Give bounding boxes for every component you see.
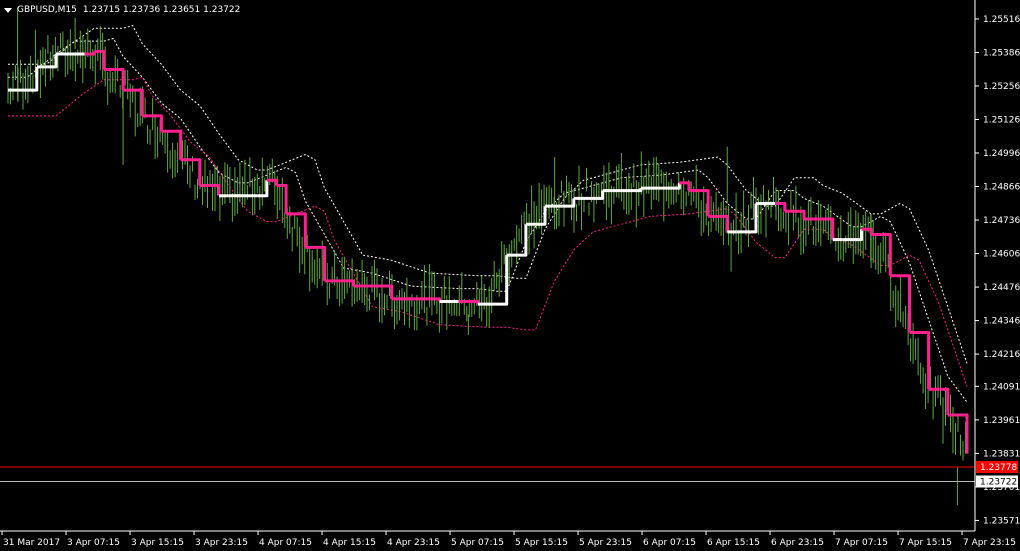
x-tick-label: 3 Apr 15:15 <box>131 538 184 548</box>
y-tick-label: 1.24606 <box>983 250 1020 260</box>
x-tick-label: 4 Apr 15:15 <box>323 538 376 548</box>
symbol-label: GBPUSD,M15 <box>17 5 77 15</box>
y-tick-label: 1.23571 <box>983 516 1020 526</box>
y-tick-label: 1.24346 <box>983 317 1020 327</box>
x-tick-label: 7 Apr 23:15 <box>963 538 1016 548</box>
x-tick-label: 6 Apr 15:15 <box>707 538 760 548</box>
y-tick-label: 1.23831 <box>983 449 1020 459</box>
x-tick-label: 5 Apr 23:15 <box>579 538 632 548</box>
x-tick-label: 5 Apr 15:15 <box>515 538 568 548</box>
y-tick-label: 1.24216 <box>983 350 1020 360</box>
x-tick-label: 3 Apr 23:15 <box>195 538 248 548</box>
y-tick-label: 1.24866 <box>983 183 1020 193</box>
y-tick-label: 1.25516 <box>983 15 1020 25</box>
quote-values: 1.23715 1.23736 1.23651 1.23722 <box>82 5 241 15</box>
y-tick-label: 1.25126 <box>983 115 1020 125</box>
x-tick-label: 5 Apr 07:15 <box>451 538 504 548</box>
y-tick-label: 1.24996 <box>983 149 1020 159</box>
y-tick-label: 1.24476 <box>983 283 1020 293</box>
x-tick-label: 4 Apr 07:15 <box>259 538 312 548</box>
x-tick-label: 3 Apr 07:15 <box>67 538 120 548</box>
x-tick-label: 6 Apr 07:15 <box>643 538 696 548</box>
y-tick-label: 1.24091 <box>983 382 1020 392</box>
y-tick-label: 1.25386 <box>983 48 1020 58</box>
x-tick-label: 7 Apr 15:15 <box>899 538 952 548</box>
price-chart[interactable]: 1.25516 1.25386 1.25256 1.25126 1.24996 1.248… <box>0 0 1020 551</box>
y-tick-label: 1.25256 <box>983 82 1020 92</box>
x-tick-label: 4 Apr 23:15 <box>387 538 440 548</box>
x-tick-label: 6 Apr 23:15 <box>771 538 824 548</box>
chart-background <box>0 0 1020 551</box>
x-tick-label: 7 Apr 07:15 <box>835 538 888 548</box>
price-level-label: 1.23778 <box>980 463 1017 473</box>
price-level-label: 1.23722 <box>980 477 1017 487</box>
chart-header: GBPUSD,M15 1.23715 1.23736 1.23651 1.237… <box>4 3 240 17</box>
dropdown-triangle-icon[interactable] <box>4 7 12 13</box>
y-tick-label: 1.23961 <box>983 416 1020 426</box>
y-tick-label: 1.24736 <box>983 216 1020 226</box>
x-tick-label: 31 Mar 2017 <box>3 538 60 548</box>
